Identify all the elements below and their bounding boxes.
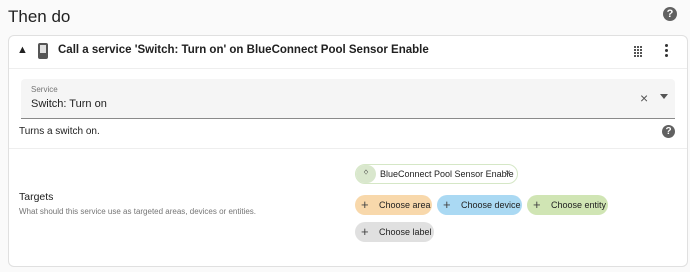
plus-icon: + (533, 197, 541, 212)
choose-device-label: Choose device (461, 200, 521, 210)
targets-description: What should this service use as targeted… (19, 207, 257, 216)
choose-entity-label: Choose entity (551, 200, 607, 210)
choose-entity-button[interactable]: + Choose entity (527, 195, 608, 215)
chevron-up-icon[interactable]: ▲ (17, 44, 29, 56)
choose-device-button[interactable]: + Choose device (437, 195, 522, 215)
action-card-header[interactable]: ▲ Call a service 'Switch: Turn on' on Bl… (9, 36, 687, 69)
help-icon[interactable]: ? (662, 125, 675, 138)
action-title: Call a service 'Switch: Turn on' on Blue… (58, 44, 429, 56)
targets-label: Targets (19, 191, 54, 203)
service-description: Turns a switch on. (19, 126, 100, 137)
choose-label-label: Choose label (379, 227, 432, 237)
remove-entity-icon[interactable]: × (505, 165, 511, 183)
phone-icon (38, 43, 48, 59)
service-select[interactable]: Service Switch: Turn on × (21, 79, 675, 119)
service-label: Service (31, 85, 58, 94)
service-value[interactable]: Switch: Turn on (31, 98, 107, 110)
plus-icon: + (443, 197, 451, 212)
divider (9, 148, 687, 149)
selected-entity-chip[interactable]: ᛜ BlueConnect Pool Sensor Enable × (355, 164, 518, 184)
selected-entity-label: BlueConnect Pool Sensor Enable (380, 169, 514, 179)
choose-area-label: Choose area (379, 200, 431, 210)
choose-area-button[interactable]: + Choose area (355, 195, 432, 215)
section-title: Then do (8, 7, 71, 26)
clear-icon[interactable]: × (640, 91, 648, 105)
drag-handle-icon[interactable] (634, 46, 644, 58)
plus-icon: + (361, 197, 369, 212)
action-card: ▲ Call a service 'Switch: Turn on' on Bl… (8, 35, 688, 267)
help-icon[interactable]: ? (663, 7, 677, 21)
plus-icon: + (361, 224, 369, 239)
more-vert-icon[interactable] (665, 44, 669, 58)
choose-label-button[interactable]: + Choose label (355, 222, 434, 242)
bluetooth-icon: ᛜ (356, 165, 376, 183)
dropdown-arrow-icon[interactable] (660, 94, 668, 99)
